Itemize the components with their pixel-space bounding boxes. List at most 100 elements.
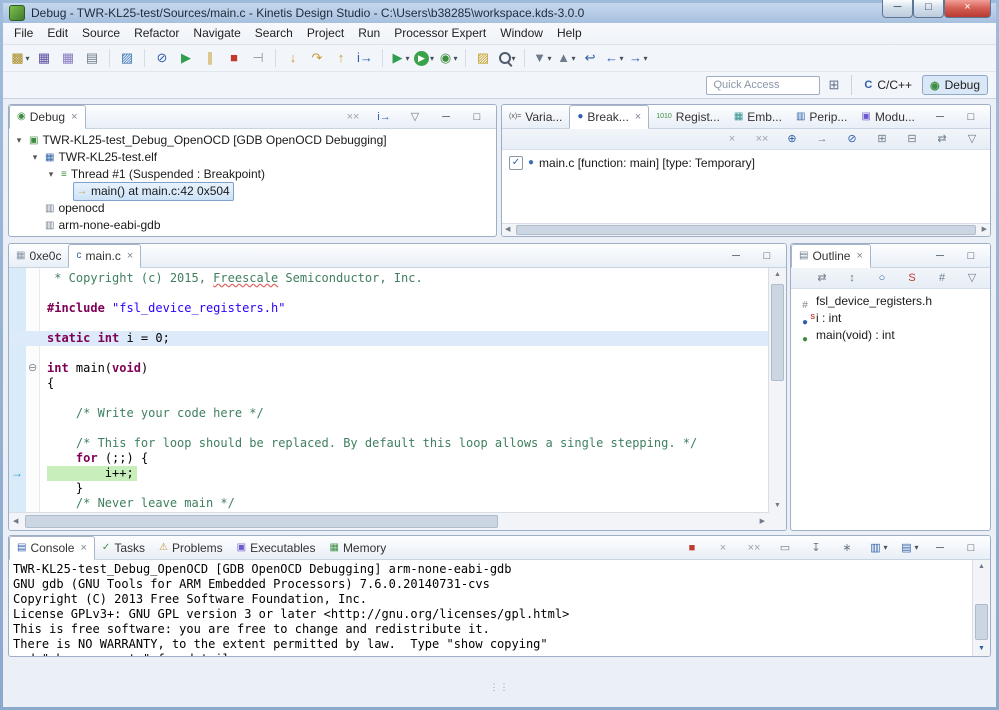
quick-access-box[interactable]: Quick Access bbox=[706, 75, 821, 95]
code-line[interactable]: ⊖ int main(void) bbox=[9, 361, 769, 376]
minimize-icon[interactable]: ─ bbox=[928, 247, 952, 265]
debug-icon[interactable]: ◉ ▾ bbox=[436, 47, 460, 69]
hide-non-public-icon[interactable]: # bbox=[930, 270, 954, 286]
code-line[interactable] bbox=[9, 286, 769, 301]
external-tools-icon[interactable]: ▶ ▾ bbox=[388, 47, 412, 69]
minimize-icon[interactable]: ─ bbox=[928, 108, 952, 126]
expand-all-icon[interactable]: ⊞ bbox=[870, 131, 894, 147]
remove-all-terminated-icon[interactable]: ×× bbox=[742, 539, 766, 557]
forward-icon[interactable]: → ▾ bbox=[626, 47, 650, 69]
terminate-icon[interactable]: ■ bbox=[222, 47, 246, 69]
new-wizard-icon[interactable]: ▩ ▾ bbox=[8, 47, 32, 69]
disconnect-icon[interactable]: ⊣ bbox=[246, 47, 270, 69]
editor-hscrollbar[interactable]: ◀ ▶ bbox=[9, 512, 769, 530]
code-line[interactable]: #include "fsl_device_registers.h" bbox=[9, 301, 769, 316]
code-area[interactable]: * Copyright (c) 2015, Freescale Semicond… bbox=[9, 268, 769, 513]
step-into-icon[interactable]: ↓ bbox=[281, 47, 305, 69]
scrollbar-thumb[interactable] bbox=[771, 284, 784, 381]
tree-row[interactable]: ▾ ≡ Thread #1 (Suspended : Breakpoint) bbox=[9, 166, 496, 183]
menu-item-help[interactable]: Help bbox=[550, 23, 589, 44]
code-line[interactable] bbox=[9, 391, 769, 406]
tree-row[interactable]: ▾ ▦ TWR-KL25-test.elf bbox=[9, 149, 496, 166]
code-line[interactable] bbox=[9, 316, 769, 331]
tab-breakpoints[interactable]: ● Break... × bbox=[569, 105, 650, 129]
back-icon[interactable]: ← ▾ bbox=[602, 47, 626, 69]
scrollbar-thumb[interactable] bbox=[516, 225, 976, 235]
tab-variables[interactable]: (x)= Varia... bbox=[502, 105, 569, 128]
menu-item-edit[interactable]: Edit bbox=[40, 23, 75, 44]
remove-all-breakpoints-icon[interactable]: ×× bbox=[750, 131, 774, 147]
step-over-icon[interactable]: ↷ bbox=[305, 47, 329, 69]
outline-item[interactable]: ● main(void) : int bbox=[791, 327, 990, 344]
expander-icon[interactable]: ▾ bbox=[13, 132, 25, 149]
last-edit-location-icon[interactable]: ↩ bbox=[578, 47, 602, 69]
tab-executables[interactable]: ▣ Executables bbox=[230, 536, 323, 559]
menu-item-refactor[interactable]: Refactor bbox=[127, 23, 186, 44]
remove-launch-icon[interactable]: × bbox=[711, 539, 735, 557]
perspective-debug-button[interactable]: ◉ Debug bbox=[922, 75, 988, 95]
tab-modules[interactable]: ▣ Modu... bbox=[854, 105, 921, 128]
instruction-stepping-icon[interactable]: i→ bbox=[353, 47, 377, 69]
menu-item-project[interactable]: Project bbox=[300, 23, 351, 44]
code-line[interactable]: for (;;) { bbox=[9, 451, 769, 466]
code-line[interactable]: /* Never leave main */ bbox=[9, 496, 769, 511]
menu-item-source[interactable]: Source bbox=[75, 23, 127, 44]
code-line[interactable] bbox=[9, 346, 769, 361]
tab-memory[interactable]: ▦ Memory bbox=[322, 536, 393, 559]
close-tab-icon[interactable]: × bbox=[71, 111, 77, 123]
tab-outline[interactable]: ▤ Outline × bbox=[791, 244, 871, 268]
sort-icon[interactable]: ↕ bbox=[840, 270, 864, 286]
close-tab-icon[interactable]: × bbox=[80, 542, 86, 554]
expander-icon[interactable]: ▾ bbox=[29, 149, 41, 166]
collapse-all-icon[interactable]: ⊟ bbox=[900, 131, 924, 147]
maximize-icon[interactable]: □ bbox=[755, 247, 779, 265]
minimize-icon[interactable]: ─ bbox=[724, 247, 748, 265]
tab-problems[interactable]: ⚠ Problems bbox=[152, 536, 230, 559]
maximize-icon[interactable]: □ bbox=[959, 539, 983, 557]
tab-main-c[interactable]: c main.c × bbox=[68, 244, 142, 268]
link-with-editor-icon[interactable]: ⇄ bbox=[810, 270, 834, 286]
open-console-icon[interactable]: ▤ ▾ bbox=[897, 539, 921, 557]
code-line[interactable]: → i++; bbox=[9, 466, 769, 481]
tree-row[interactable]: → main() at main.c:42 0x504 bbox=[9, 182, 496, 201]
minimize-icon[interactable]: ─ bbox=[434, 108, 458, 126]
menu-item-search[interactable]: Search bbox=[248, 23, 300, 44]
menu-item-run[interactable]: Run bbox=[351, 23, 387, 44]
tab-registers[interactable]: 1010 Regist... bbox=[649, 105, 727, 128]
code-line[interactable]: } bbox=[9, 481, 769, 496]
search-icon[interactable]: ▾ bbox=[495, 47, 519, 69]
maximize-icon[interactable]: □ bbox=[959, 108, 983, 126]
outline-item[interactable]: # fsl_device_registers.h bbox=[791, 293, 990, 310]
scrollbar-thumb[interactable] bbox=[25, 515, 499, 528]
breakpoint-row[interactable]: ✓ ● main.c [function: main] [type: Tempora… bbox=[502, 150, 990, 172]
next-annotation-icon[interactable]: ▼ ▾ bbox=[530, 47, 554, 69]
clear-console-icon[interactable]: ▭ bbox=[773, 539, 797, 557]
menu-item-processor-expert[interactable]: Processor Expert bbox=[387, 23, 493, 44]
view-menu-icon[interactable]: ▽ bbox=[960, 270, 984, 286]
maximize-icon[interactable]: □ bbox=[959, 247, 983, 265]
breakpoint-checkbox[interactable]: ✓ bbox=[509, 156, 523, 170]
title-bar[interactable]: Debug - TWR-KL25-test/Sources/main.c - K… bbox=[3, 3, 996, 23]
menu-item-file[interactable]: File bbox=[7, 23, 40, 44]
step-return-icon[interactable]: ↑ bbox=[329, 47, 353, 69]
scroll-lock-icon[interactable]: ↧ bbox=[804, 539, 828, 557]
resume-icon[interactable]: ▶ bbox=[174, 47, 198, 69]
print-icon[interactable]: ▤ bbox=[80, 47, 104, 69]
code-line[interactable]: { bbox=[9, 376, 769, 391]
save-all-icon[interactable]: ▦ bbox=[56, 47, 80, 69]
close-tab-icon[interactable]: × bbox=[127, 250, 133, 262]
expander-icon[interactable]: ▾ bbox=[45, 166, 57, 183]
view-menu-icon[interactable]: ▽ bbox=[403, 108, 427, 126]
code-line[interactable]: /* This for loop should be replaced. By … bbox=[9, 436, 769, 451]
tab-peripherals[interactable]: ▥ Perip... bbox=[789, 105, 854, 128]
tab-console[interactable]: ▤ Console × bbox=[9, 536, 95, 560]
maximize-window-button[interactable]: □ bbox=[913, 0, 944, 18]
remove-breakpoint-icon[interactable]: × bbox=[720, 131, 744, 147]
breakpoints-hscrollbar[interactable]: ◀ ▶ bbox=[502, 223, 990, 236]
bottom-trim-grip[interactable]: ⋮⋮ bbox=[0, 682, 999, 693]
maximize-icon[interactable]: □ bbox=[465, 108, 489, 126]
code-line[interactable] bbox=[9, 421, 769, 436]
show-supported-breakpoints-icon[interactable]: ⊕ bbox=[780, 131, 804, 147]
fold-minus-icon[interactable]: ⊖ bbox=[28, 361, 37, 376]
tab-0xe0c[interactable]: ▦ 0xe0c bbox=[9, 244, 68, 267]
